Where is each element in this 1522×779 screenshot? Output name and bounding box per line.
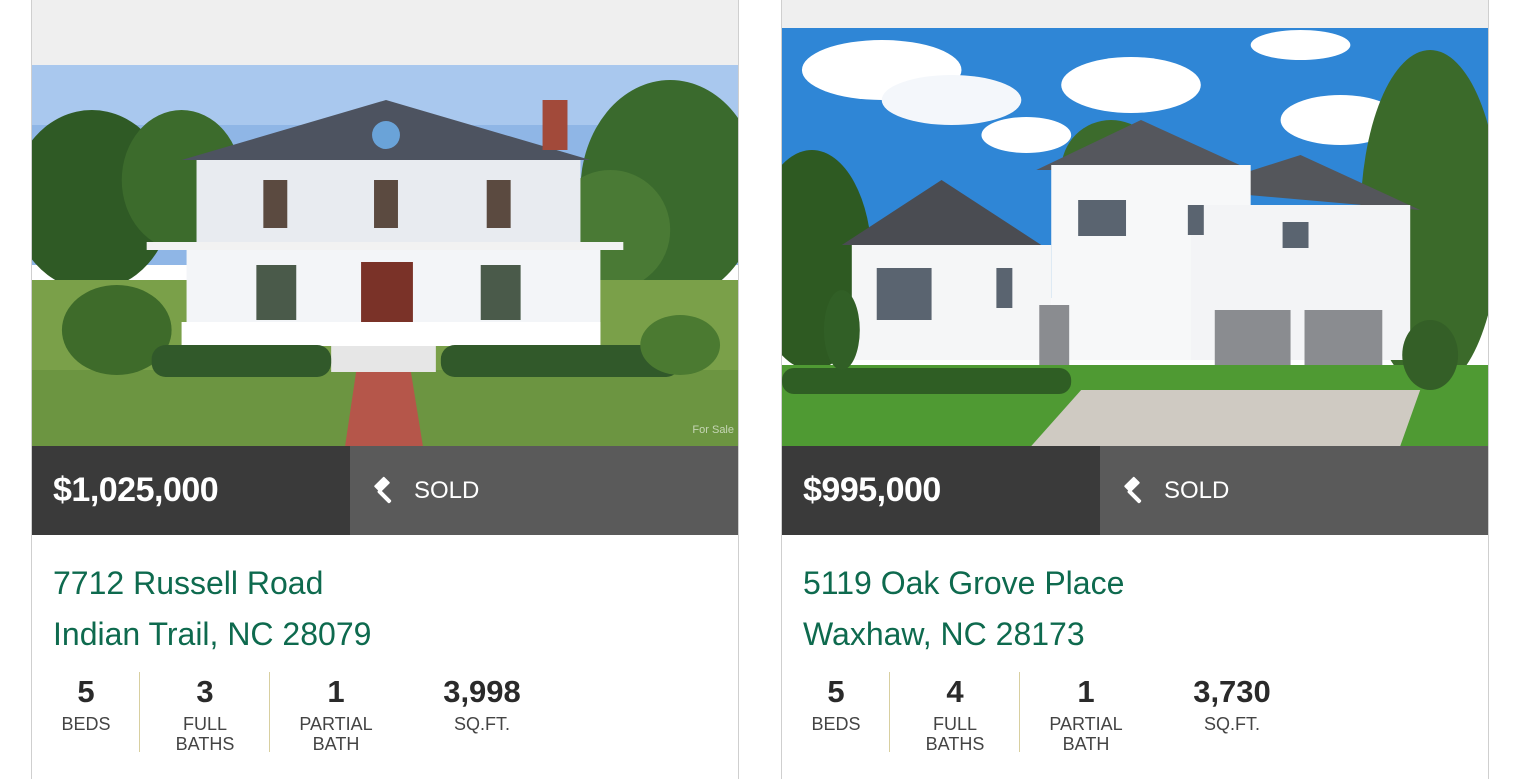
listing-price: $995,000 [782, 446, 1100, 535]
partial-bath-value: 1 [327, 674, 345, 709]
partial-bath-label-1: PARTIAL [1049, 714, 1123, 734]
stat-full-baths: 3 FULL BATHS [140, 670, 270, 754]
address-line-2[interactable]: Waxhaw, NC 28173 [803, 609, 1124, 660]
sqft-value: 3,998 [443, 674, 521, 709]
stat-beds: 5 BEDS [782, 670, 890, 754]
partial-bath-label-2: BATH [1062, 734, 1110, 754]
sqft-label: SQ.FT. [453, 714, 510, 734]
price-status-bar: $1,025,000 SOLD [32, 446, 738, 535]
sqft-label: SQ.FT. [1203, 714, 1260, 734]
listing-photo[interactable] [782, 0, 1488, 446]
full-baths-label-1: FULL [932, 714, 977, 734]
stat-partial-bath: 1 PARTIAL BATH [270, 670, 402, 754]
status-badge: SOLD [1100, 446, 1488, 535]
stat-sqft: 3,730 SQ.FT. [1172, 670, 1292, 754]
status-label: SOLD [1164, 476, 1230, 504]
partial-bath-label-1: PARTIAL [299, 714, 373, 734]
price-status-bar: $995,000 SOLD [782, 446, 1488, 535]
house-photo-image [32, 0, 738, 446]
listing-stats: 5 BEDS 4 FULL BATHS 1 PARTIAL BATH 3,730… [782, 670, 1292, 754]
status-label: SOLD [414, 476, 480, 504]
listing-price: $1,025,000 [32, 446, 350, 535]
address-line-1[interactable]: 5119 Oak Grove Place [803, 558, 1124, 609]
gavel-icon [374, 476, 392, 503]
beds-value: 5 [827, 674, 845, 709]
listing-address[interactable]: 5119 Oak Grove Place Waxhaw, NC 28173 [803, 558, 1124, 660]
status-badge: SOLD [350, 446, 738, 535]
listing-stats: 5 BEDS 3 FULL BATHS 1 PARTIAL BATH 3,998… [32, 670, 542, 754]
partial-bath-value: 1 [1077, 674, 1095, 709]
house-photo-image [782, 0, 1488, 446]
full-baths-label-2: BATHS [925, 734, 985, 754]
listing-photo[interactable]: For Sale [32, 0, 738, 446]
beds-label: BEDS [61, 714, 111, 734]
beds-label: BEDS [811, 714, 861, 734]
listing-address[interactable]: 7712 Russell Road Indian Trail, NC 28079 [53, 558, 371, 660]
stat-beds: 5 BEDS [32, 670, 140, 754]
beds-value: 5 [77, 674, 95, 709]
stat-full-baths: 4 FULL BATHS [890, 670, 1020, 754]
stat-sqft: 3,998 SQ.FT. [422, 670, 542, 754]
gavel-icon [1124, 476, 1142, 503]
photo-watermark: For Sale [692, 424, 734, 436]
full-baths-value: 3 [196, 674, 214, 709]
partial-bath-label-2: BATH [312, 734, 360, 754]
full-baths-label-1: FULL [182, 714, 227, 734]
address-line-1[interactable]: 7712 Russell Road [53, 558, 371, 609]
listing-card[interactable]: For Sale $1,025,000 SOLD 7712 Russell Ro… [31, 0, 739, 779]
stat-partial-bath: 1 PARTIAL BATH [1020, 670, 1152, 754]
address-line-2[interactable]: Indian Trail, NC 28079 [53, 609, 371, 660]
listing-card[interactable]: $995,000 SOLD 5119 Oak Grove Place Waxha… [781, 0, 1489, 779]
full-baths-label-2: BATHS [175, 734, 235, 754]
full-baths-value: 4 [946, 674, 964, 709]
sqft-value: 3,730 [1193, 674, 1271, 709]
